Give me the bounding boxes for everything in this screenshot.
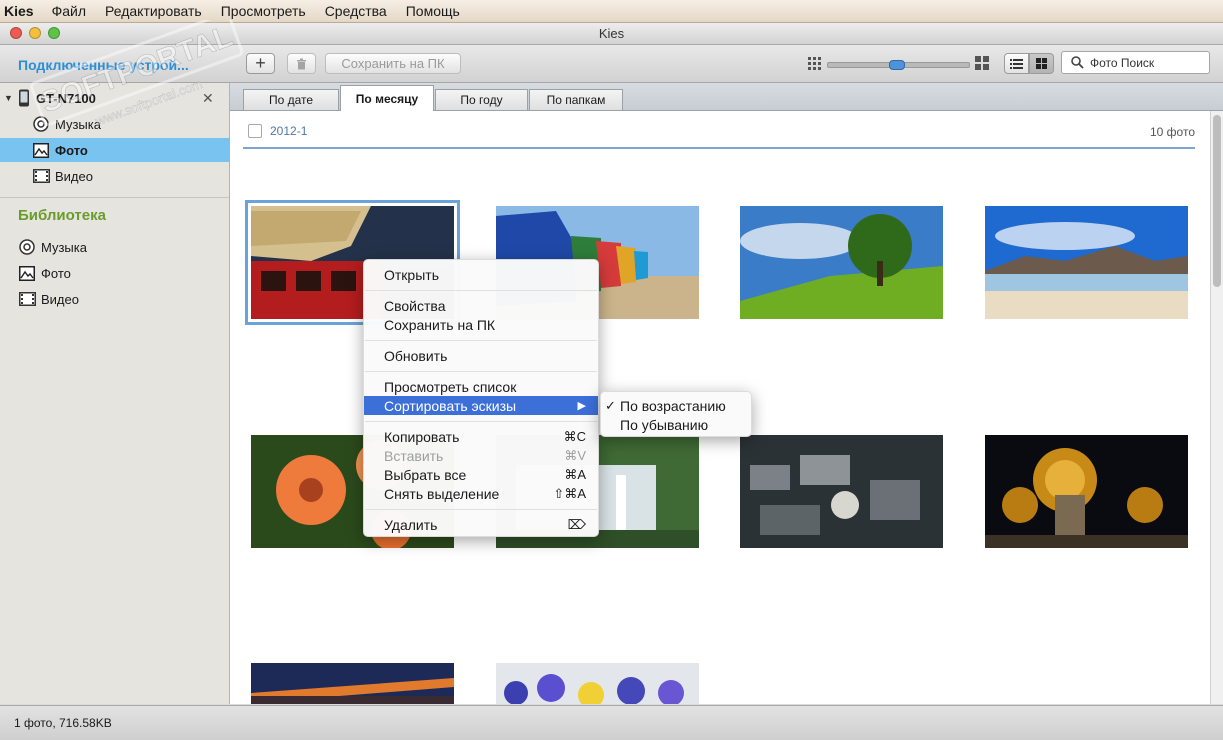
menu-file[interactable]: Файл [52, 3, 86, 19]
menu-item-save-to-pc[interactable]: Сохранить на ПК [364, 315, 598, 334]
sidebar-item-label: Фото [55, 142, 88, 158]
status-bar: 1 фото, 716.58KB [0, 705, 1223, 740]
group-photo-count: 10 фото [1150, 125, 1195, 139]
menu-tools[interactable]: Средства [325, 3, 387, 19]
sidebar-item-label: Фото [41, 265, 71, 281]
tab-by-year[interactable]: По году [435, 89, 528, 110]
search-placeholder: Фото Поиск [1090, 55, 1155, 70]
submenu-arrow-icon: ▶ [577, 400, 586, 412]
shortcut-deselect: ⇧⌘A [553, 485, 586, 501]
menu-separator [365, 340, 597, 341]
menu-item-deselect[interactable]: Снять выделение ⇧⌘A [364, 484, 598, 503]
thumbnail-size-slider[interactable] [827, 60, 970, 70]
window-title-bar: Kies [0, 23, 1223, 45]
scrollbar-thumb[interactable] [1213, 115, 1221, 287]
slider-thumb[interactable] [889, 60, 905, 70]
checkmark-icon: ✓ [605, 397, 616, 413]
sidebar-library-music[interactable]: Музыка [0, 235, 229, 259]
trash-icon [297, 58, 306, 69]
sidebar-device-photo[interactable]: Фото [0, 138, 229, 162]
delete-button[interactable] [287, 53, 316, 74]
video-icon [18, 291, 36, 307]
view-tabs: По дате По месяцу По году По папкам [230, 83, 1223, 111]
list-view-button[interactable] [1004, 53, 1029, 74]
menu-separator [365, 371, 597, 372]
search-field[interactable]: Фото Поиск [1061, 51, 1210, 74]
disclosure-triangle-icon[interactable]: ▼ [4, 93, 13, 103]
sidebar-library-photo[interactable]: Фото [0, 261, 229, 285]
photo-thumbnail-mountain-lake[interactable] [985, 206, 1188, 319]
group-divider [243, 147, 1195, 149]
sidebar-device-music[interactable]: Музыка [0, 112, 229, 136]
menu-separator [365, 290, 597, 291]
save-to-pc-button[interactable]: Сохранить на ПК [325, 53, 461, 74]
photo-icon [32, 142, 50, 158]
sort-submenu: ✓ По возрастанию По убыванию [600, 391, 752, 437]
photo-thumbnail-city-aerial[interactable] [740, 435, 943, 548]
status-text: 1 фото, 716.58KB [14, 716, 112, 730]
menu-separator [365, 421, 597, 422]
menu-edit[interactable]: Редактировать [105, 3, 202, 19]
toolbar: Подключенные устрой... + Сохранить на ПК [0, 45, 1223, 83]
sidebar-item-label: Музыка [55, 116, 101, 132]
menu-item-paste[interactable]: Вставить ⌘V [364, 446, 598, 465]
sidebar-item-label: Видео [55, 168, 93, 184]
shortcut-select-all: ⌘A [564, 466, 586, 482]
video-icon [32, 168, 50, 184]
photo-icon [18, 265, 36, 281]
add-button[interactable]: + [246, 53, 275, 74]
music-icon [18, 239, 36, 255]
large-grid-icon[interactable] [975, 56, 989, 70]
list-view-icon [1010, 58, 1023, 69]
delete-key-icon: ⌦ [567, 516, 586, 532]
small-grid-icon[interactable] [808, 57, 821, 70]
submenu-item-descending[interactable]: По убыванию [601, 415, 751, 434]
menu-item-refresh[interactable]: Обновить [364, 346, 598, 365]
sidebar: ▼ GT-N7100 ✕ Музыка Фото Видео Библиотек… [0, 83, 230, 704]
tab-by-month[interactable]: По месяцу [340, 85, 434, 111]
disconnect-device-icon[interactable]: ✕ [202, 90, 214, 107]
search-icon [1071, 56, 1084, 69]
sidebar-library-video[interactable]: Видео [0, 287, 229, 311]
connected-devices-header: Подключенные устрой... [18, 57, 189, 73]
sidebar-device-video[interactable]: Видео [0, 164, 229, 188]
photo-thumbnail-flower-field[interactable] [496, 663, 699, 704]
shortcut-copy: ⌘C [563, 428, 586, 444]
tab-by-date[interactable]: По дате [243, 89, 339, 110]
menu-item-delete[interactable]: Удалить ⌦ [364, 515, 598, 534]
submenu-item-ascending[interactable]: ✓ По возрастанию [601, 396, 751, 415]
thumbnail-view-icon [1036, 58, 1047, 69]
menu-view[interactable]: Просмотреть [221, 3, 306, 19]
photo-thumbnail-night-building[interactable] [985, 435, 1188, 548]
context-menu: Открыть Свойства Сохранить на ПК Обновит… [363, 259, 599, 537]
menu-item-view-list[interactable]: Просмотреть список [364, 377, 598, 396]
phone-icon [18, 89, 29, 107]
device-name: GT-N7100 [35, 90, 96, 106]
group-header: 2012-1 [248, 124, 307, 138]
sidebar-device[interactable]: ▼ GT-N7100 ✕ [0, 86, 229, 110]
menu-item-select-all[interactable]: Выбрать все ⌘A [364, 465, 598, 484]
menu-item-sort-thumbnails[interactable]: Сортировать эскизы ▶ [364, 396, 598, 415]
menu-bar: Kies Файл Редактировать Просмотреть Сред… [0, 0, 1223, 23]
shortcut-paste: ⌘V [564, 447, 586, 463]
music-icon [32, 116, 50, 132]
sidebar-divider [0, 197, 229, 198]
group-select-checkbox[interactable] [248, 124, 262, 138]
photo-thumbnail-green-hill-tree[interactable] [740, 206, 943, 319]
sidebar-item-label: Музыка [41, 239, 87, 255]
thumbnail-view-button[interactable] [1029, 53, 1054, 74]
window-title: Kies [598, 26, 625, 41]
menu-item-open[interactable]: Открыть [364, 265, 598, 284]
app-menu[interactable]: Kies [4, 3, 34, 19]
content-scrollbar[interactable] [1210, 111, 1223, 704]
menu-help[interactable]: Помощь [406, 3, 460, 19]
photo-thumbnail-bridge-night[interactable] [251, 663, 454, 704]
menu-item-properties[interactable]: Свойства [364, 296, 598, 315]
menu-item-copy[interactable]: Копировать ⌘C [364, 427, 598, 446]
menu-separator [365, 509, 597, 510]
group-label: 2012-1 [270, 124, 308, 138]
library-header: Библиотека [18, 207, 106, 224]
sidebar-item-label: Видео [41, 291, 79, 307]
tab-by-folder[interactable]: По папкам [529, 89, 623, 110]
